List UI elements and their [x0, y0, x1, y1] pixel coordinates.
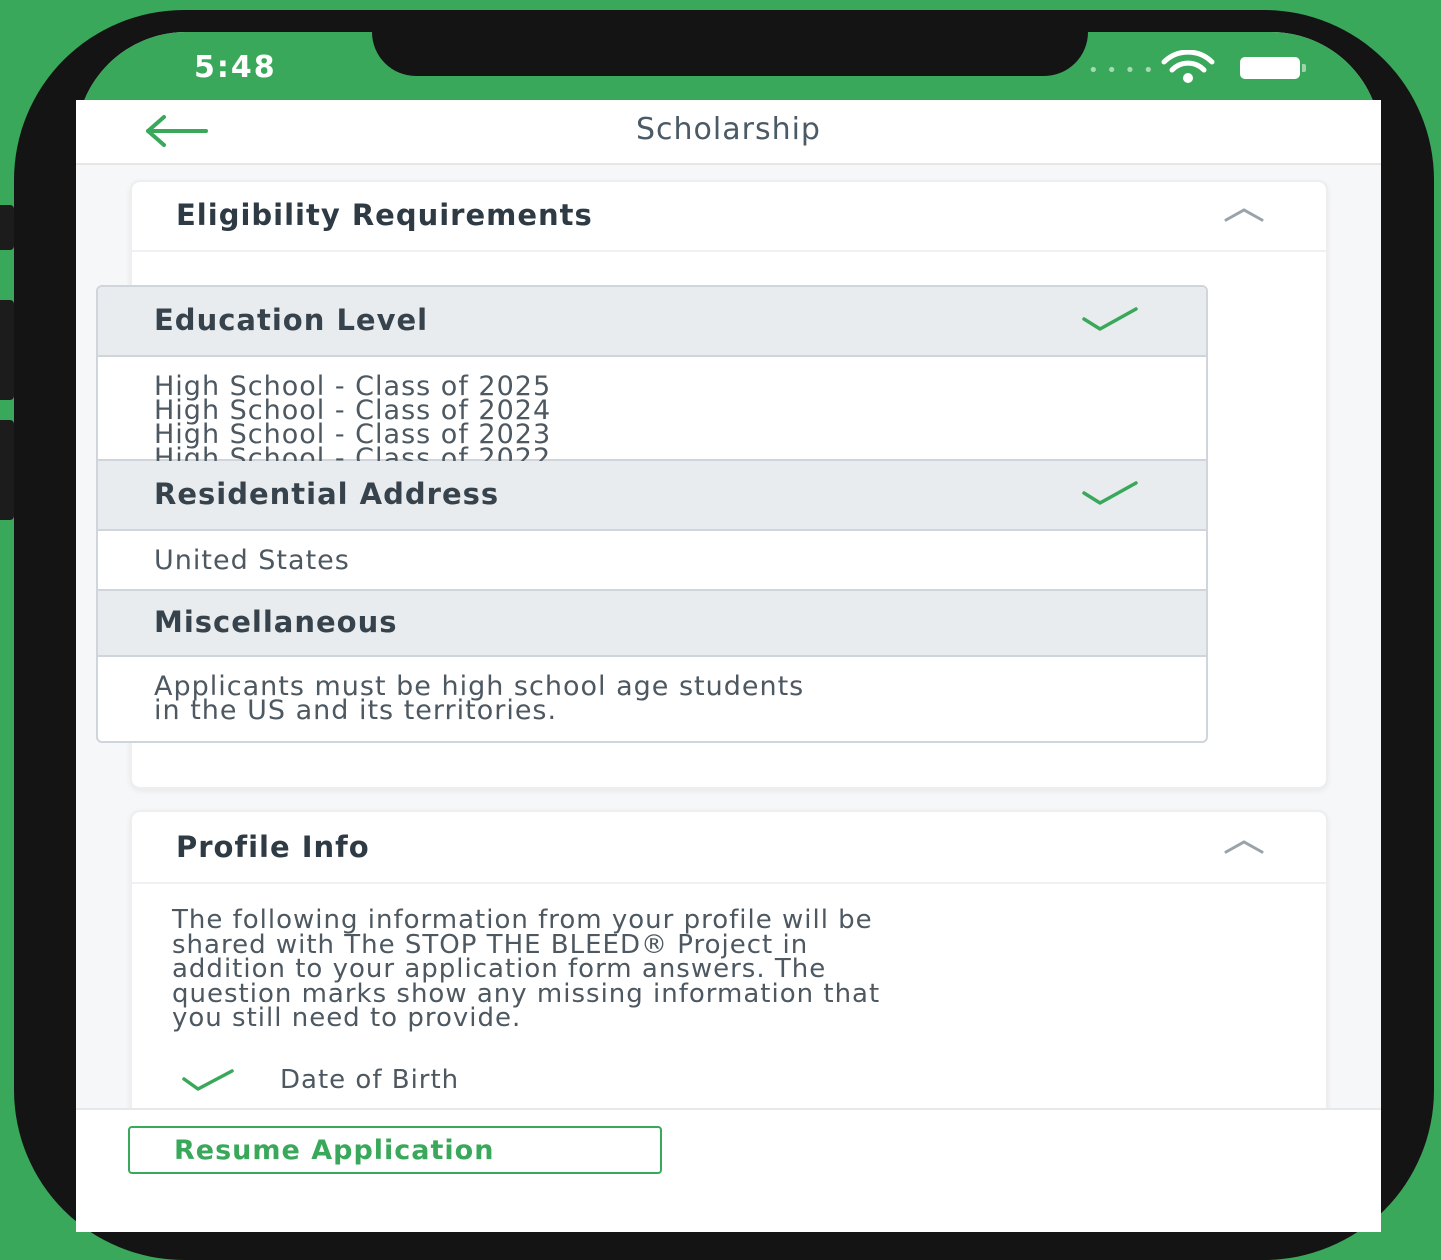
requirement-body-residential: United States: [98, 531, 1206, 591]
requirement-body-misc: Applicants must be high school age stude…: [98, 657, 1206, 741]
requirement-line: United States: [154, 545, 350, 576]
wifi-icon: [1160, 49, 1216, 88]
profile-description-line: you still need to provide.: [172, 1003, 522, 1033]
requirement-header-misc: Miscellaneous: [98, 591, 1206, 657]
check-icon: [180, 1065, 236, 1097]
profile-description: The following information from your prof…: [172, 905, 1282, 1033]
nav-bar: Scholarship: [76, 100, 1381, 165]
requirement-heading: Miscellaneous: [154, 605, 398, 639]
phone-side-button: [0, 300, 14, 400]
signal-icon: • • • •: [1088, 60, 1155, 81]
status-time: 5:48: [194, 50, 277, 85]
requirements-table: Education Level High School - Class of 2…: [96, 285, 1208, 743]
phone-side-button: [0, 205, 14, 250]
chevron-up-icon[interactable]: [1224, 836, 1264, 860]
check-icon: [1080, 305, 1140, 337]
requirement-body-education: High School - Class of 2025 High School …: [98, 357, 1206, 472]
phone-notch: [372, 32, 1088, 76]
page-title: Scholarship: [636, 112, 821, 147]
requirement-header-education: Education Level: [98, 287, 1206, 357]
requirement-line: in the US and its territories.: [154, 695, 558, 726]
eligibility-card-header[interactable]: Eligibility Requirements: [132, 182, 1326, 252]
profile-description-line: The following information from your prof…: [172, 905, 873, 935]
requirement-heading: Education Level: [154, 303, 429, 337]
battery-icon: [1240, 57, 1306, 79]
profile-description-line: addition to your application form answer…: [172, 954, 827, 984]
phone-side-button: [0, 420, 14, 520]
requirement-heading: Residential Address: [154, 477, 500, 511]
profile-field-label: Date of Birth: [280, 1065, 460, 1095]
profile-card-header[interactable]: Profile Info: [132, 812, 1326, 884]
resume-application-button[interactable]: Resume Application: [128, 1126, 662, 1174]
profile-title: Profile Info: [176, 830, 370, 864]
requirement-header-residential: Residential Address: [98, 461, 1206, 531]
check-icon: [1080, 479, 1140, 511]
chevron-up-icon[interactable]: [1224, 204, 1264, 228]
eligibility-title: Eligibility Requirements: [176, 198, 593, 232]
